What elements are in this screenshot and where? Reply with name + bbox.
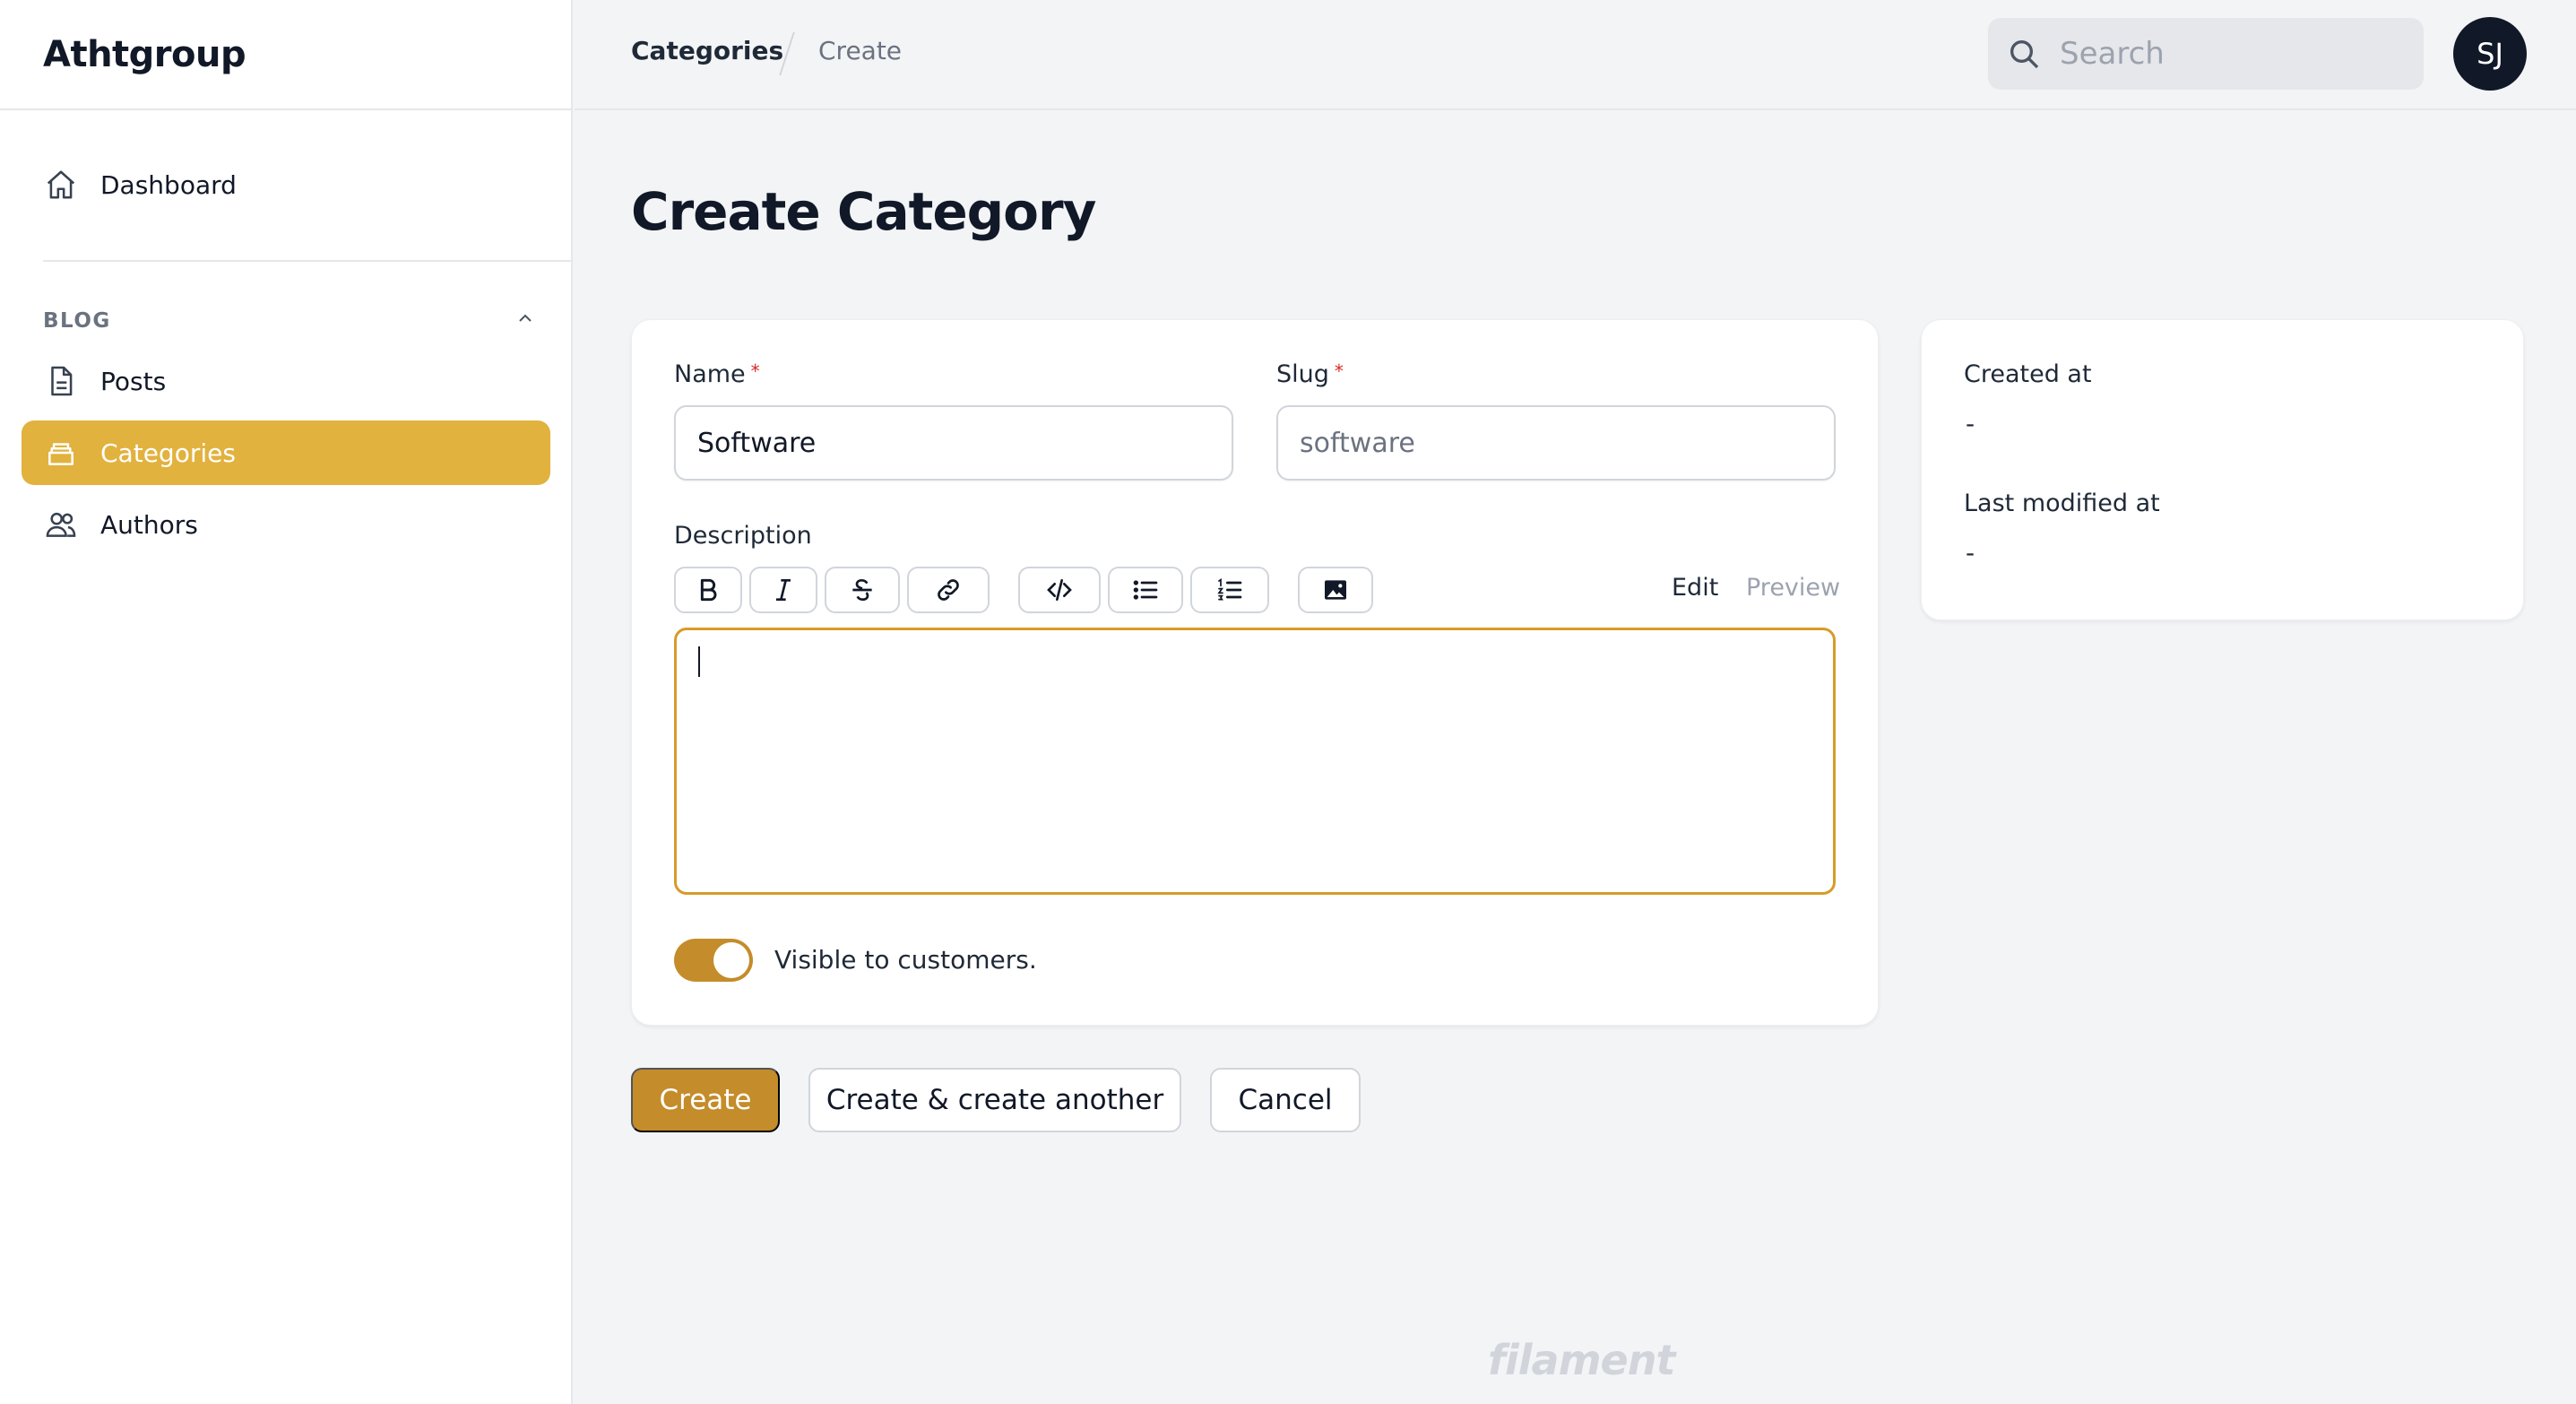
sidebar-item-label: Posts — [100, 366, 167, 396]
bullet-list-icon — [1133, 580, 1158, 600]
slug-label: Slug * — [1276, 360, 1344, 388]
name-field[interactable] — [674, 405, 1233, 481]
sidebar-item-posts[interactable]: Posts — [22, 349, 550, 413]
required-marker: * — [750, 360, 760, 382]
name-input[interactable] — [697, 427, 1232, 459]
topbar: Categories Create SJ — [575, 0, 2576, 110]
users-icon — [43, 507, 79, 542]
search-icon — [2010, 40, 2039, 69]
sidebar-item-label: Categories — [100, 438, 236, 468]
name-label-text: Name — [674, 360, 746, 388]
created-at-label: Created at — [1964, 360, 2092, 388]
search-box[interactable] — [1988, 18, 2424, 90]
visible-toggle-label: Visible to customers. — [774, 945, 1037, 975]
image-button[interactable] — [1298, 567, 1373, 613]
created-at-value: - — [1966, 409, 1975, 438]
code-button[interactable] — [1018, 567, 1101, 613]
modified-at-value: - — [1966, 538, 1975, 568]
slug-input[interactable] — [1300, 427, 1834, 459]
ordered-list-button[interactable] — [1190, 567, 1269, 613]
sidebar-item-categories[interactable]: Categories — [22, 420, 550, 485]
modified-at-label: Last modified at — [1964, 490, 2160, 517]
create-button[interactable]: Create — [631, 1068, 780, 1132]
strikethrough-button[interactable] — [825, 567, 900, 613]
name-label: Name * — [674, 360, 760, 388]
bold-button[interactable] — [674, 567, 742, 613]
slug-label-text: Slug — [1276, 360, 1329, 388]
footer-logo: filament — [1488, 1336, 1675, 1384]
visible-toggle[interactable] — [674, 939, 753, 982]
link-button[interactable] — [907, 567, 990, 613]
home-icon — [43, 167, 79, 203]
image-icon — [1325, 580, 1346, 600]
breadcrumb-create: Create — [818, 36, 903, 65]
sidebar-item-dashboard[interactable]: Dashboard — [22, 152, 550, 217]
search-input[interactable] — [2060, 36, 2400, 72]
brand-logo[interactable]: Athtgroup — [0, 0, 571, 110]
italic-button[interactable] — [749, 567, 817, 613]
page-title: Create Category — [631, 181, 1096, 242]
sidebar: Athtgroup Dashboard BLOG Posts Categorie… — [0, 0, 573, 1404]
text-cursor — [698, 646, 700, 677]
avatar[interactable]: SJ — [2453, 17, 2527, 91]
strikethrough-icon — [852, 578, 872, 602]
sidebar-item-authors[interactable]: Authors — [22, 492, 550, 557]
cancel-button[interactable]: Cancel — [1210, 1068, 1361, 1132]
description-label: Description — [674, 522, 812, 550]
sidebar-item-label: Authors — [100, 509, 198, 540]
code-icon — [1047, 579, 1072, 601]
toggle-knob — [713, 942, 749, 978]
chevron-up-icon[interactable] — [514, 308, 536, 334]
stack-icon — [43, 435, 79, 471]
tab-edit[interactable]: Edit — [1672, 574, 1718, 602]
bold-icon — [700, 578, 717, 602]
sidebar-item-label: Dashboard — [100, 169, 237, 200]
italic-icon — [776, 579, 791, 601]
description-editor[interactable] — [674, 628, 1836, 895]
bullet-list-button[interactable] — [1108, 567, 1183, 613]
document-icon — [43, 363, 79, 399]
required-marker: * — [1334, 360, 1344, 382]
link-icon — [938, 579, 959, 601]
sidebar-group-blog[interactable]: BLOG — [43, 305, 536, 337]
breadcrumb-categories[interactable]: Categories — [631, 36, 783, 65]
sidebar-divider — [43, 260, 573, 262]
create-another-button[interactable]: Create & create another — [808, 1068, 1181, 1132]
slug-field[interactable] — [1276, 405, 1836, 481]
tab-preview[interactable]: Preview — [1746, 574, 1840, 602]
ordered-list-icon — [1217, 578, 1242, 601]
group-label: BLOG — [43, 309, 111, 333]
